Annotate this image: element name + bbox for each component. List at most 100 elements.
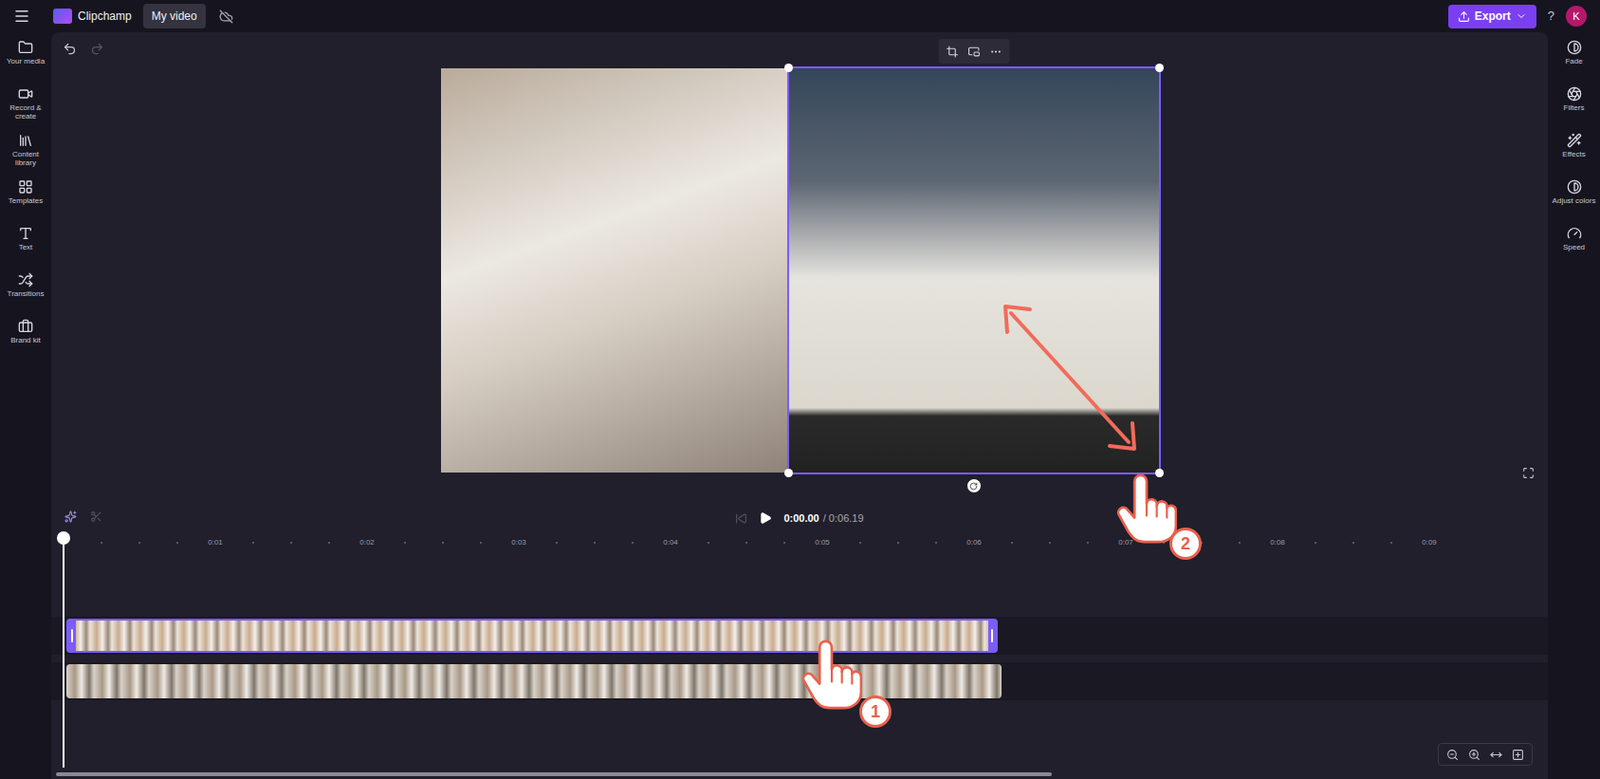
scrollbar[interactable] — [55, 772, 1052, 776]
avatar[interactable]: K — [1565, 5, 1587, 27]
scissors-icon[interactable] — [90, 510, 103, 523]
ruler-label: 0:01 — [201, 536, 230, 549]
ruler-label: 0:03 — [504, 536, 534, 549]
ruler-label: 0:02 — [352, 536, 382, 549]
cloud-off-icon — [219, 9, 234, 24]
sidebar-item-icon — [18, 272, 34, 288]
preview-area — [51, 32, 1548, 503]
sidebar-item-icon — [18, 318, 34, 334]
project-tab[interactable]: My video — [143, 3, 206, 29]
sidebar-item[interactable]: Text — [1, 225, 50, 268]
resize-handle[interactable] — [784, 63, 793, 73]
sidebar-item[interactable]: Content library — [1, 132, 50, 175]
ruler-label: 0:04 — [656, 536, 685, 549]
ruler-dot — [138, 541, 141, 544]
right-sidebar: FadeFiltersEffectsAdjust colorsSpeed — [1547, 32, 1600, 779]
ruler-dot — [631, 541, 634, 544]
ruler-label: 0:06 — [959, 536, 989, 549]
ruler-dot — [859, 541, 862, 544]
menu-icon[interactable] — [13, 7, 31, 25]
ruler-dot — [252, 541, 255, 544]
help-button[interactable]: ? — [1547, 6, 1555, 26]
clip-toolbar — [937, 38, 1010, 64]
property-item[interactable]: Speed — [1549, 225, 1600, 268]
sidebar-item[interactable]: Your media — [1, 39, 50, 82]
total-time: / 0:06.19 — [823, 510, 865, 527]
resize-handle[interactable] — [1155, 468, 1164, 478]
sidebar-item[interactable]: Record & create — [1, 86, 50, 129]
ruler-dot — [479, 541, 482, 544]
sidebar-item[interactable]: Templates — [1, 179, 50, 221]
ruler-dot — [935, 541, 938, 544]
ruler-dot — [290, 541, 293, 544]
sparkle-icon[interactable] — [64, 510, 77, 523]
sidebar-item-icon — [18, 132, 34, 148]
playback-bar: 0:00.00/ 0:06.19 — [51, 502, 1548, 534]
sidebar-item-icon — [18, 39, 34, 56]
sidebar-item[interactable]: Transitions — [1, 272, 50, 314]
add-track-icon[interactable] — [1511, 748, 1525, 761]
preview-clip[interactable] — [441, 68, 790, 473]
editor-panel: 0:00.00/ 0:06.190:010:020:030:040:050:06… — [51, 32, 1548, 779]
ruler-dot — [404, 541, 406, 544]
play-icon[interactable] — [758, 511, 773, 525]
timeline: 0:010:020:030:040:050:060:070:080:09 — [51, 533, 1548, 779]
ruler-dot — [1390, 541, 1393, 544]
zoom-out-icon[interactable] — [1446, 748, 1459, 761]
upload-icon — [1457, 10, 1471, 23]
more-icon[interactable] — [989, 45, 1002, 58]
resize-handle[interactable] — [1155, 63, 1164, 73]
property-item[interactable]: Filters — [1549, 86, 1600, 129]
property-item-icon — [1566, 179, 1582, 195]
app-name: Clipchamp — [77, 7, 132, 25]
hand-pointer-icon — [1116, 472, 1178, 545]
current-time: 0:00.00 — [783, 510, 819, 527]
fit-icon[interactable] — [1489, 748, 1503, 761]
track-clip[interactable] — [66, 618, 998, 653]
track-row — [51, 616, 1548, 655]
ruler-dot — [745, 541, 748, 544]
ruler-dot — [707, 541, 710, 544]
ruler-dot — [593, 541, 596, 544]
ruler-dot — [1086, 541, 1089, 544]
ruler-label: 0:08 — [1263, 536, 1292, 549]
undo-icon[interactable] — [62, 41, 77, 56]
sidebar-item[interactable]: Brand kit — [1, 318, 50, 361]
time-ruler: 0:010:020:030:040:050:060:070:080:09 — [51, 533, 1548, 552]
fullscreen-icon[interactable] — [1522, 466, 1535, 479]
ruler-dot — [1314, 541, 1317, 544]
property-item[interactable]: Fade — [1549, 39, 1600, 82]
zoom-in-icon[interactable] — [1468, 748, 1481, 761]
trim-handle[interactable] — [988, 620, 996, 651]
export-button[interactable]: Export — [1448, 4, 1537, 29]
sidebar-item-icon — [18, 86, 34, 102]
ruler-dot — [897, 541, 900, 544]
track-row — [51, 662, 1548, 700]
ruler-dot — [1048, 541, 1051, 544]
property-item-icon — [1566, 132, 1582, 148]
ruler-dot — [441, 541, 444, 544]
property-item[interactable]: Effects — [1549, 132, 1600, 175]
zoom-controls — [1437, 742, 1533, 766]
trim-handle[interactable] — [68, 620, 76, 651]
property-item-icon — [1566, 225, 1582, 241]
redo-icon[interactable] — [90, 41, 105, 56]
rotate-handle[interactable] — [967, 478, 981, 493]
ruler-dot — [100, 541, 103, 544]
crop-icon[interactable] — [945, 45, 958, 58]
layout-icon[interactable] — [967, 45, 980, 58]
chevron-down-icon — [1515, 10, 1527, 22]
top-bar: Clipchamp My video Export? K — [0, 0, 1600, 33]
playhead[interactable] — [62, 533, 65, 768]
hand-pointer-icon — [801, 638, 863, 711]
skip-back-icon[interactable] — [735, 512, 748, 525]
property-item[interactable]: Adjust colors — [1549, 179, 1600, 221]
logo-icon — [53, 8, 73, 24]
property-item-icon — [1566, 39, 1582, 56]
sidebar-item-icon — [18, 179, 34, 195]
resize-handle[interactable] — [784, 468, 793, 478]
preview-stage — [441, 68, 1159, 473]
ruler-dot — [1238, 541, 1241, 544]
ruler-dot — [1011, 541, 1013, 544]
ruler-dot — [555, 541, 558, 544]
